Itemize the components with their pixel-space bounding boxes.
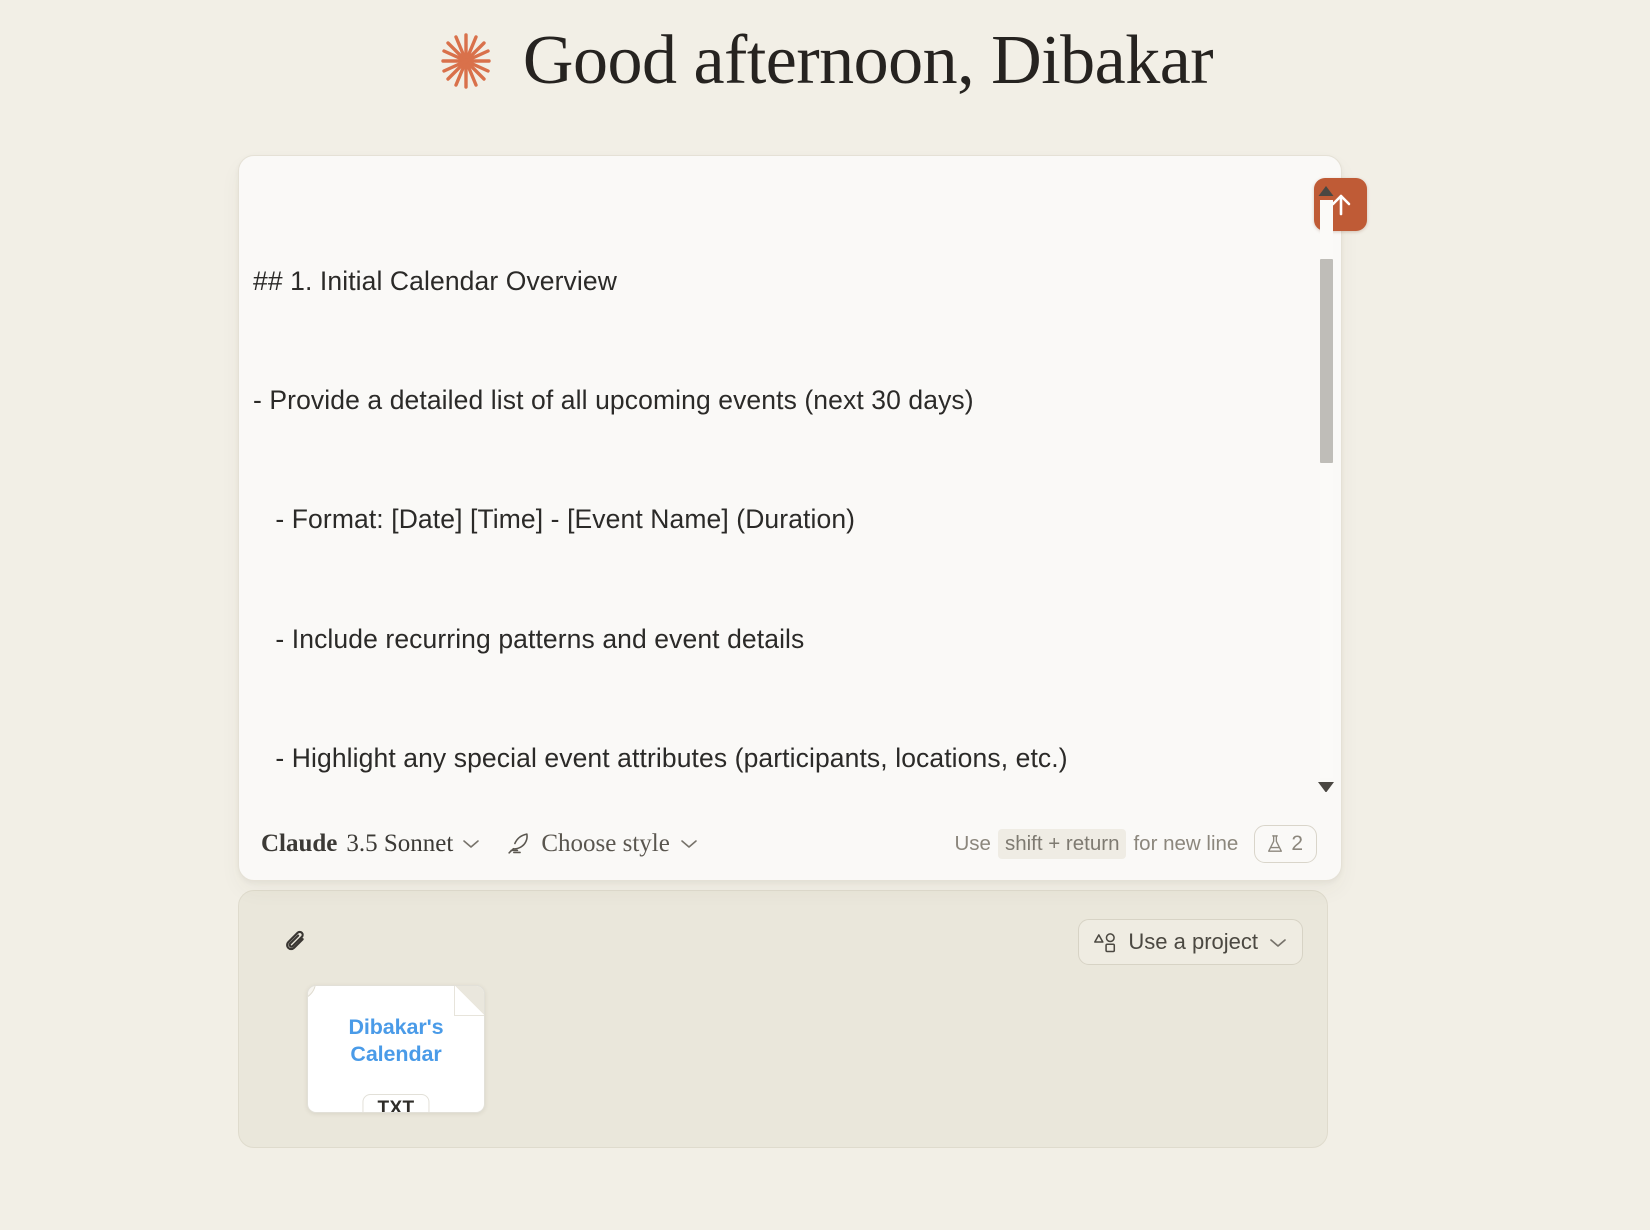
model-selector[interactable]: Claude 3.5 Sonnet	[261, 830, 480, 858]
prompt-scrollbar[interactable]	[1315, 174, 1337, 802]
model-version: 3.5 Sonnet	[346, 829, 454, 857]
attached-files-list: Dibakar's Calendar TXT	[307, 985, 1303, 1113]
attachment-tray: Use a project Dibakar's Calendar TXT	[238, 890, 1328, 1148]
greeting-header: Good afternoon, Dibakar	[0, 0, 1650, 108]
prompt-line: - Highlight any special event attributes…	[253, 743, 1068, 774]
style-selector[interactable]: Choose style	[506, 830, 697, 858]
triangle-down-icon	[1318, 781, 1334, 793]
paperclip-icon	[285, 930, 304, 951]
scroll-up-button[interactable]	[1318, 184, 1334, 198]
quill-pen-icon	[508, 833, 529, 854]
file-name: Dibakar's Calendar	[348, 1015, 444, 1066]
composer-footer-left: Claude 3.5 Sonnet Choose style	[261, 830, 698, 858]
scrollbar-thumb[interactable]	[1320, 259, 1333, 463]
use-a-project-label: Use a project	[1128, 929, 1258, 954]
prompt-line: - Include recurring patterns and event d…	[253, 623, 805, 654]
file-type-badge: TXT	[362, 1094, 430, 1112]
scroll-down-button[interactable]	[1318, 780, 1334, 794]
chevron-down-icon	[681, 840, 697, 848]
prompt-text-content: ## 1. Initial Calendar Overview - Provid…	[253, 182, 1307, 806]
list-item[interactable]: Dibakar's Calendar TXT	[307, 985, 485, 1113]
asterisk-star-icon	[441, 33, 491, 89]
chevron-down-icon	[463, 840, 480, 848]
experiments-count: 2	[1291, 831, 1303, 855]
triangle-up-icon	[1318, 185, 1334, 197]
use-a-project-button[interactable]: Use a project	[1078, 919, 1303, 965]
page-title: Good afternoon, Dibakar	[522, 22, 1214, 99]
shapes-project-icon	[1094, 932, 1116, 952]
attachment-tray-toolbar: Use a project	[273, 919, 1303, 973]
prompt-line: - Provide a detailed list of all upcomin…	[253, 384, 974, 415]
hint-prefix: Use	[954, 831, 991, 855]
prompt-composer-card: ## 1. Initial Calendar Overview - Provid…	[238, 155, 1367, 881]
hint-suffix: for new line	[1133, 831, 1239, 855]
chevron-down-icon	[1270, 938, 1286, 947]
page-fold-decoration	[454, 986, 484, 1016]
prompt-line: - Format: [Date] [Time] - [Event Name] (…	[253, 504, 856, 535]
newline-hint: Use shift + return for new line	[954, 828, 1239, 859]
composer-footer-right: Use shift + return for new line 2	[954, 824, 1317, 863]
flask-icon	[1268, 834, 1283, 852]
hint-key: shift + return	[997, 828, 1127, 859]
attach-file-button[interactable]	[275, 921, 317, 963]
prompt-line: ## 1. Initial Calendar Overview	[253, 265, 617, 296]
remove-file-button[interactable]	[308, 986, 316, 1000]
model-brand: Claude	[261, 829, 338, 857]
prompt-textarea[interactable]: ## 1. Initial Calendar Overview - Provid…	[239, 156, 1341, 806]
experiments-badge[interactable]: 2	[1254, 824, 1317, 863]
composer-container: ## 1. Initial Calendar Overview - Provid…	[238, 155, 1367, 881]
style-selector-label: Choose style	[541, 829, 670, 857]
composer-footer: Claude 3.5 Sonnet Choose style Use shift…	[239, 806, 1341, 880]
